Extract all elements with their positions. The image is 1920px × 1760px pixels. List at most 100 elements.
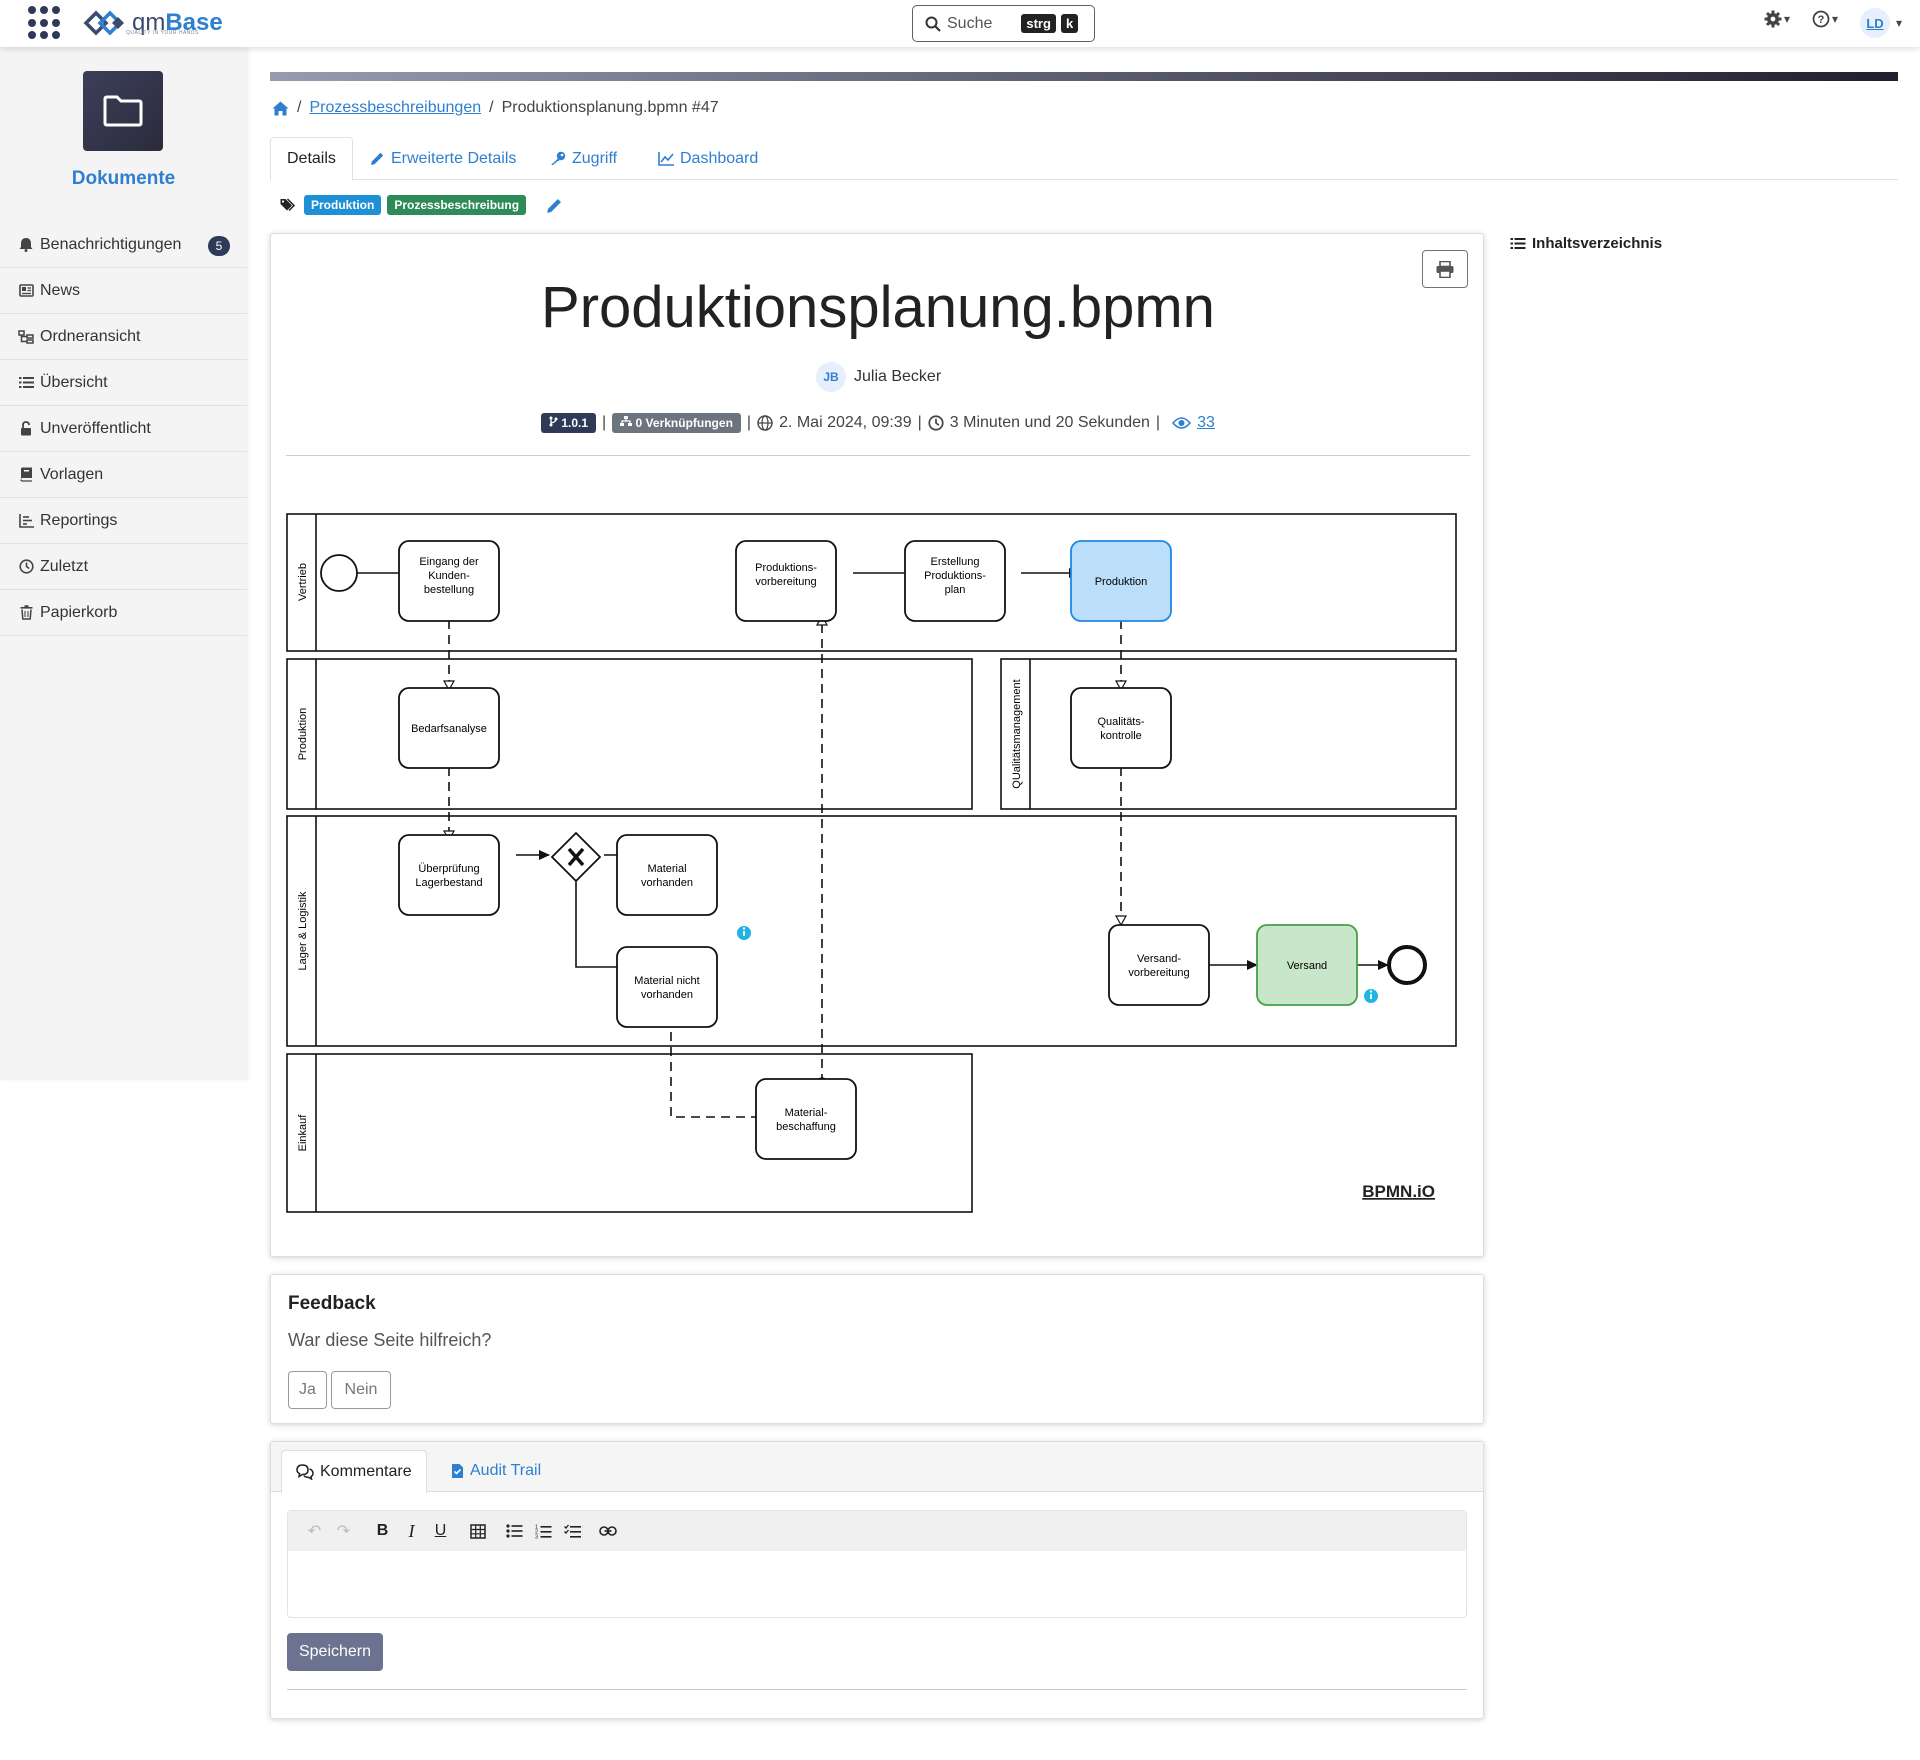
gear-icon [1764,10,1782,28]
sidebar-item-vorlagen[interactable]: Vorlagen [0,452,247,498]
trash-icon [18,605,34,621]
task-material-nicht-vorhanden[interactable]: Material nicht vorhanden [616,946,718,1028]
tab-kommentare[interactable]: Kommentare [281,1450,427,1493]
task-label: Kunden- [428,570,470,582]
numbered-list-icon[interactable]: 123 [531,1519,556,1544]
checklist-icon[interactable] [560,1519,585,1544]
sidebar-item-reportings[interactable]: Reportings [0,498,247,544]
sidebar-item-label: Unveröffentlicht [40,419,151,437]
divider [287,1689,1467,1690]
edit-tags-icon[interactable] [546,197,563,214]
sidebar-item-label: Benachrichtigungen [40,235,182,253]
lane-label: Produktion [297,708,309,761]
breadcrumb-link[interactable]: Prozessbeschreibungen [309,99,481,117]
info-icon[interactable] [1364,989,1378,1003]
sidebar-item-label: Papierkorb [40,603,118,621]
start-event[interactable] [320,554,358,592]
tab-erweiterte-details[interactable]: Erweiterte Details [354,137,532,180]
breadcrumb-separator: / [297,99,302,116]
bpmn-diagram[interactable]: Vertrieb Produktion QUalitätsmanagement … [271,499,1485,1219]
task-versand[interactable]: Versand [1256,924,1358,1006]
task-label: kontrolle [1100,730,1142,742]
sidebar-item-zuletzt[interactable]: Zuletzt [0,544,247,590]
views-count[interactable]: 33 [1197,414,1215,432]
sidebar-item-benachrichtigungen[interactable]: Benachrichtigungen 5 [0,222,247,268]
tab-zugriff[interactable]: Zugriff [534,137,633,180]
brand-tagline: QUALITY IN YOUR HANDS [126,30,199,36]
task-eingang-bestellung[interactable]: Eingang der Kunden- bestellung [398,540,500,622]
clock-icon [18,559,34,575]
table-icon[interactable] [465,1519,490,1544]
task-bedarfsanalyse[interactable]: Bedarfsanalyse [398,687,500,769]
pool-produktion[interactable]: Produktion [286,658,973,810]
tab-label: Details [287,150,336,167]
brand-logo[interactable]: qmBase QUALITY IN YOUR HANDS [82,5,223,41]
feedback-yes-button[interactable]: Ja [288,1371,327,1409]
task-label: Material- [785,1107,828,1119]
globe-icon [757,415,773,431]
bold-icon[interactable]: B [370,1519,395,1544]
apps-grid-icon[interactable] [28,6,62,40]
links-badge[interactable]: 0 Verknüpfungen [612,413,741,433]
author-avatar: JB [816,362,846,392]
feedback-no-button[interactable]: Nein [331,1371,391,1409]
sidebar-item-news[interactable]: News [0,268,247,314]
undo-icon[interactable]: ↶ [302,1519,327,1544]
bpmn-io-watermark[interactable]: BPMN.iO [1362,1182,1435,1201]
tag-prozessbeschreibung[interactable]: Prozessbeschreibung [387,195,527,215]
pool-qualitaetsmanagement[interactable]: QUalitätsmanagement [1000,658,1457,810]
tab-dashboard[interactable]: Dashboard [642,137,774,180]
tag-produktion[interactable]: Produktion [304,195,382,215]
italic-icon[interactable]: I [399,1519,424,1544]
save-button[interactable]: Speichern [287,1633,383,1671]
tab-details[interactable]: Details [270,137,353,181]
task-label: Qualitäts- [1097,716,1144,728]
folder-tree-icon [18,329,34,345]
help-circle-icon: ? [1812,10,1830,28]
version-label: 1.0.1 [561,416,589,430]
comment-editor[interactable]: ↶ ↷ B I U 123 [287,1510,1467,1618]
task-label: vorhanden [641,877,693,889]
task-ueberpruefung-lagerbestand[interactable]: Überprüfung Lagerbestand [398,834,500,916]
sidebar-item-ordneransicht[interactable]: Ordneransicht [0,314,247,360]
sidebar-item-papierkorb[interactable]: Papierkorb [0,590,247,636]
task-produktionsvorbereitung[interactable]: Produktions- vorbereitung [735,540,837,622]
meta-separator: | [1155,414,1161,431]
document-author: JB Julia Becker [816,362,941,392]
pencil-icon [371,152,384,165]
settings-menu[interactable]: ▾ [1764,10,1790,28]
info-icon[interactable] [737,926,751,940]
table-of-contents[interactable]: Inhaltsverzeichnis [1510,235,1662,252]
help-menu[interactable]: ? ▾ [1812,10,1838,28]
link-icon[interactable] [595,1519,620,1544]
shortcut-key-strg: strg [1021,14,1056,33]
sidebar-item-unveroeffentlicht[interactable]: Unveröffentlicht [0,406,247,452]
home-icon[interactable] [272,101,289,116]
task-erstellung-produktionsplan[interactable]: Erstellung Produktions- plan [904,540,1006,622]
sidebar-item-label: News [40,281,81,299]
sidebar-title[interactable]: Dokumente [0,168,247,190]
search-box[interactable]: Suche strg k [912,5,1095,42]
underline-icon[interactable]: U [428,1519,453,1544]
redo-icon[interactable]: ↷ [331,1519,356,1544]
tab-audit-trail[interactable]: Audit Trail [437,1450,555,1492]
task-versandvorbereitung[interactable]: Versand- vorbereitung [1108,924,1210,1006]
task-qualitaetskontrolle[interactable]: Qualitäts- kontrolle [1070,687,1172,769]
chart-icon [18,513,34,529]
user-menu[interactable]: LD ▾ [1860,8,1902,38]
task-produktion[interactable]: Produktion [1070,540,1172,622]
bullet-list-icon[interactable] [502,1519,527,1544]
branch-icon [549,416,558,427]
line-chart-icon [658,151,674,166]
author-name: Julia Becker [854,368,942,385]
task-materialbeschaffung[interactable]: Material- beschaffung [755,1078,857,1160]
sidebar-item-uebersicht[interactable]: Übersicht [0,360,247,406]
version-badge[interactable]: 1.0.1 [541,413,597,433]
end-event[interactable] [1387,945,1427,985]
pool-einkauf[interactable]: Einkauf [286,1053,973,1213]
task-material-vorhanden[interactable]: Material vorhanden [616,834,718,916]
meta-separator: | [917,414,922,431]
meta-separator: | [746,414,752,431]
task-label: Material nicht [634,975,699,987]
tags-icon [280,197,296,211]
